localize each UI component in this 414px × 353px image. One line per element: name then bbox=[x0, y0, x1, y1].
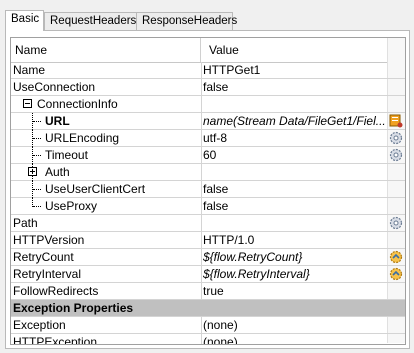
reset-gear-icon[interactable] bbox=[389, 267, 403, 281]
property-row-group[interactable]: ConnectionInfo bbox=[11, 96, 405, 113]
section-title: Exception Properties bbox=[13, 301, 134, 315]
column-divider[interactable] bbox=[200, 38, 201, 62]
property-value[interactable]: false bbox=[201, 181, 387, 197]
property-value[interactable] bbox=[201, 164, 387, 180]
section-header: Exception Properties bbox=[11, 300, 405, 317]
property-name: FollowRedirects bbox=[13, 284, 99, 298]
edit-bind-icon[interactable] bbox=[389, 114, 403, 128]
property-name: RetryCount bbox=[13, 250, 74, 264]
property-row[interactable]: HTTPVersion HTTP/1.0 bbox=[11, 232, 405, 249]
property-row[interactable]: RetryInterval ${flow.RetryInterval} bbox=[11, 266, 405, 283]
property-row[interactable]: HTTPException (none) bbox=[11, 334, 405, 345]
property-row[interactable]: Timeout 60 bbox=[11, 147, 405, 164]
property-value[interactable]: false bbox=[201, 198, 387, 214]
gear-icon[interactable] bbox=[389, 131, 403, 145]
property-value[interactable]: utf-8 bbox=[201, 130, 387, 146]
property-value[interactable] bbox=[201, 215, 387, 231]
property-name: RetryInterval bbox=[13, 267, 82, 281]
property-name: UseConnection bbox=[13, 80, 96, 94]
property-value[interactable]: HTTPGet1 bbox=[201, 62, 387, 78]
property-value[interactable]: ${flow.RetryCount} bbox=[201, 249, 387, 265]
property-rows: Name HTTPGet1 UseConnection false Connec… bbox=[11, 62, 405, 345]
property-value[interactable] bbox=[201, 96, 387, 112]
tab-panel: Name Value Name HTTPGet1 UseConnection f… bbox=[5, 30, 410, 349]
property-row[interactable]: UseProxy false bbox=[11, 198, 405, 215]
property-row[interactable]: URL name(Stream Data/FileGet1/Fiel... bbox=[11, 113, 405, 130]
property-row[interactable]: Path bbox=[11, 215, 405, 232]
gear-icon[interactable] bbox=[389, 148, 403, 162]
property-name: Exception bbox=[13, 318, 66, 332]
tab-request-headers[interactable]: RequestHeaders bbox=[44, 12, 137, 30]
property-name: Name bbox=[13, 63, 46, 77]
property-name: HTTPVersion bbox=[13, 233, 85, 247]
property-value[interactable]: name(Stream Data/FileGet1/Fiel... bbox=[201, 113, 387, 129]
column-header-value: Value bbox=[209, 43, 239, 57]
gear-icon[interactable] bbox=[389, 216, 403, 230]
property-value[interactable]: true bbox=[201, 283, 387, 299]
property-value[interactable]: ${flow.RetryInterval} bbox=[201, 266, 387, 282]
property-row[interactable]: Name HTTPGet1 bbox=[11, 62, 405, 79]
column-header-name: Name bbox=[15, 43, 48, 57]
tab-label: RequestHeaders bbox=[50, 15, 137, 27]
property-row[interactable]: UseConnection false bbox=[11, 79, 405, 96]
tab-strip: Basic RequestHeaders ResponseHeaders bbox=[5, 10, 410, 31]
property-value[interactable]: HTTP/1.0 bbox=[201, 232, 387, 248]
property-name: HTTPException bbox=[13, 335, 98, 345]
grid-header: Name Value bbox=[11, 38, 405, 63]
property-value[interactable]: (none) bbox=[201, 317, 387, 333]
property-value[interactable]: 60 bbox=[201, 147, 387, 163]
property-name: ConnectionInfo bbox=[37, 97, 118, 111]
property-row[interactable]: Exception (none) bbox=[11, 317, 405, 334]
property-row[interactable]: FollowRedirects true bbox=[11, 283, 405, 300]
tab-label: Basic bbox=[11, 13, 40, 25]
tab-label: ResponseHeaders bbox=[142, 15, 238, 27]
property-value[interactable]: (none) bbox=[201, 334, 387, 344]
property-row[interactable]: URLEncoding utf-8 bbox=[11, 130, 405, 147]
property-name: Path bbox=[13, 216, 38, 230]
property-row-group[interactable]: Auth bbox=[11, 164, 405, 181]
reset-gear-icon[interactable] bbox=[389, 250, 403, 264]
property-row[interactable]: RetryCount ${flow.RetryCount} bbox=[11, 249, 405, 266]
property-value[interactable]: false bbox=[201, 79, 387, 95]
property-grid: Name Value Name HTTPGet1 UseConnection f… bbox=[10, 37, 406, 345]
tab-response-headers[interactable]: ResponseHeaders bbox=[136, 12, 237, 30]
tab-basic[interactable]: Basic bbox=[5, 10, 44, 31]
property-row[interactable]: UseUserClientCert false bbox=[11, 181, 405, 198]
